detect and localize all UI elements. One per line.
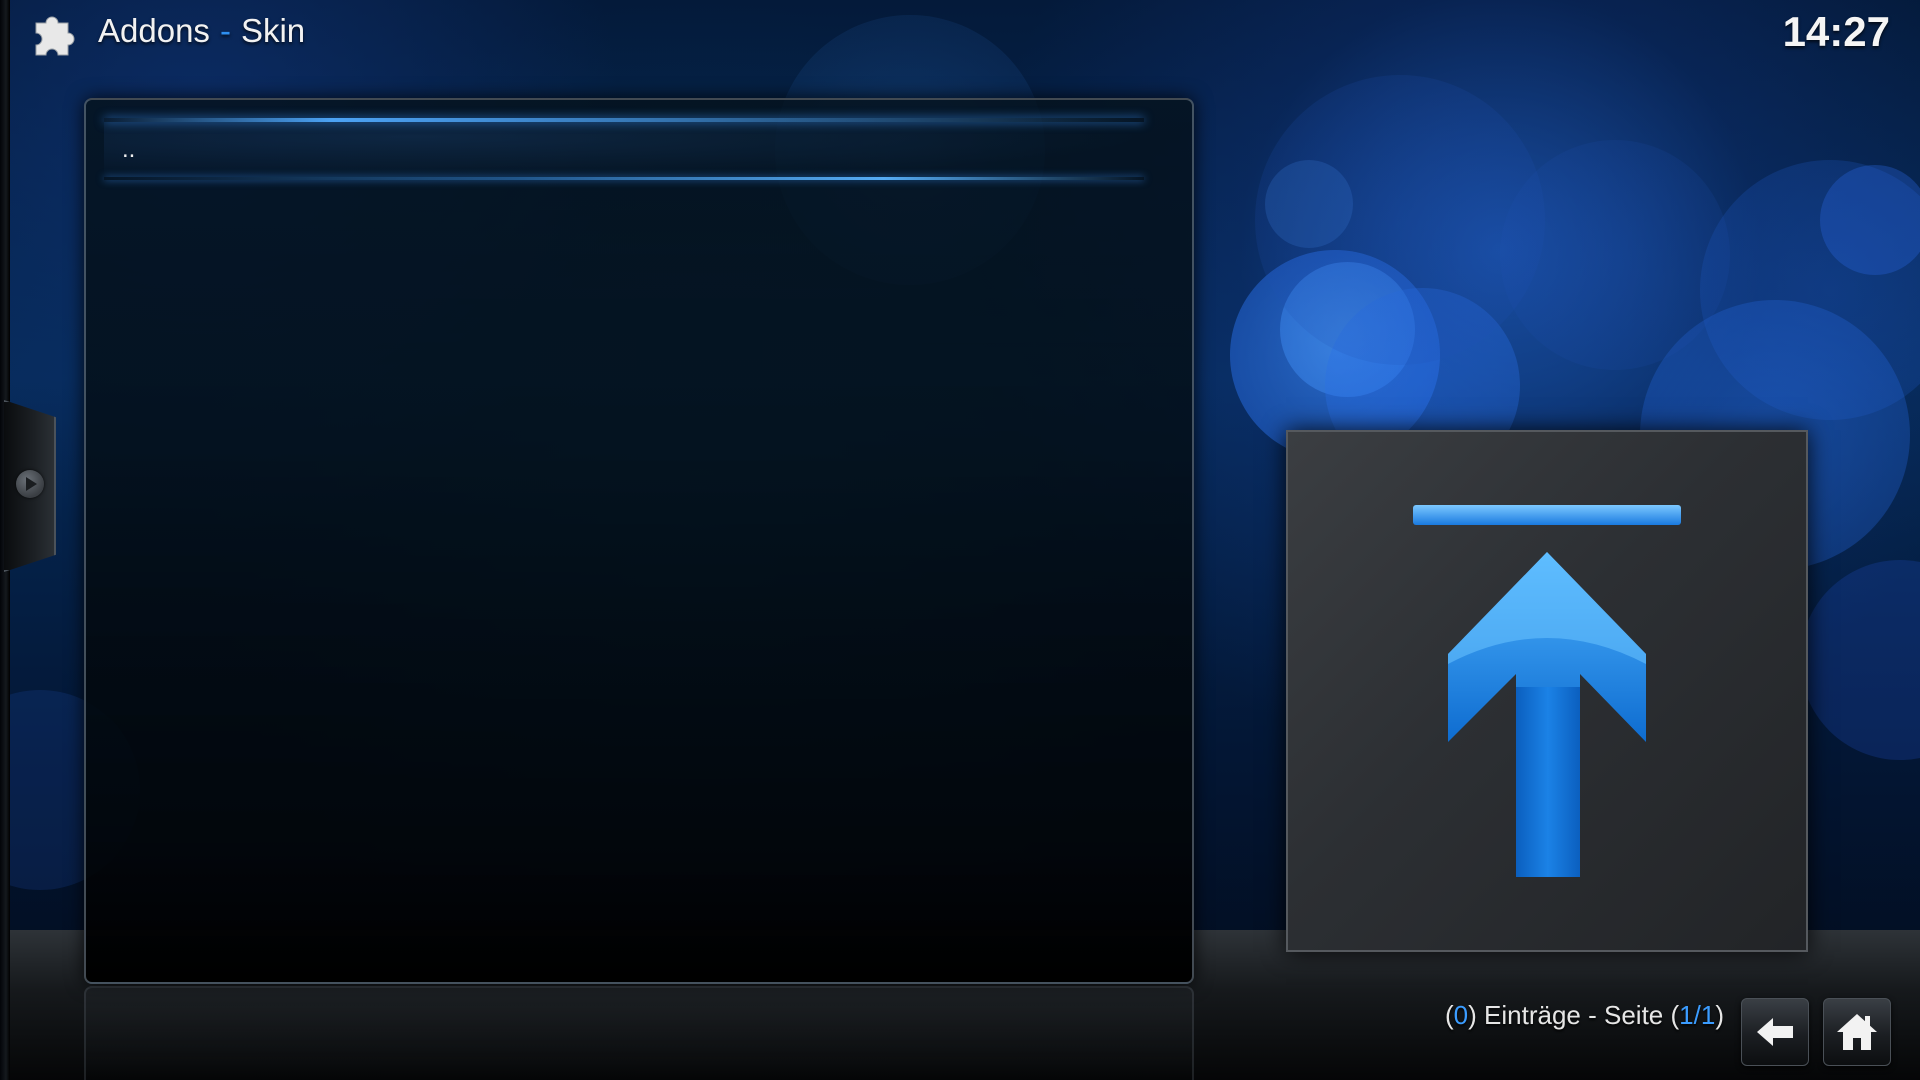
page-indicator: 1/1: [1679, 1000, 1716, 1030]
bokeh-bubble: [1265, 160, 1353, 248]
focus-highlight-top: [104, 118, 1144, 122]
folder-up-arrow-icon: [1286, 430, 1808, 952]
list-panel-reflection: [84, 986, 1194, 1080]
page-open-paren: (: [1670, 1000, 1680, 1030]
page-title: Addons - Skin: [98, 12, 305, 50]
bokeh-bubble: [1500, 140, 1730, 370]
count-open-paren: (: [1445, 1000, 1454, 1030]
focus-highlight-bottom: [104, 177, 1144, 180]
bokeh-bubble: [1230, 250, 1440, 460]
bokeh-bubble: [1800, 560, 1920, 760]
clock: 14:27: [1782, 8, 1890, 55]
addon-list-panel: ..: [84, 98, 1194, 984]
list-item-parent-folder[interactable]: ..: [104, 118, 1144, 180]
bokeh-bubble: [1255, 75, 1545, 365]
bokeh-bubble: [1700, 160, 1920, 420]
page-close-paren: ): [1715, 1000, 1724, 1030]
subsection-title: Skin: [240, 12, 306, 49]
item-count: 0: [1453, 1000, 1469, 1030]
section-title: Addons: [98, 12, 210, 49]
home-button[interactable]: [1823, 998, 1891, 1066]
bokeh-bubble: [1280, 262, 1415, 397]
title-separator: -: [219, 12, 231, 49]
skin-addons-window: Addons - Skin 14:27 .. (0) Einträge - Se…: [0, 0, 1920, 1080]
entries-page-label: Einträge - Seite: [1484, 1000, 1664, 1030]
count-close-paren: ): [1468, 1000, 1477, 1030]
back-arrow-icon: [1757, 1018, 1793, 1046]
list-item-label: ..: [122, 136, 136, 163]
item-count-status: (0) Einträge - Seite (1/1): [1445, 1000, 1724, 1031]
puzzle-piece-icon: [28, 7, 80, 59]
home-icon: [1837, 1014, 1877, 1050]
bokeh-bubble: [1820, 165, 1920, 275]
side-menu-arrow-icon[interactable]: [16, 470, 44, 498]
back-button[interactable]: [1741, 998, 1809, 1066]
header-bar: Addons - Skin 14:27: [0, 0, 1920, 64]
